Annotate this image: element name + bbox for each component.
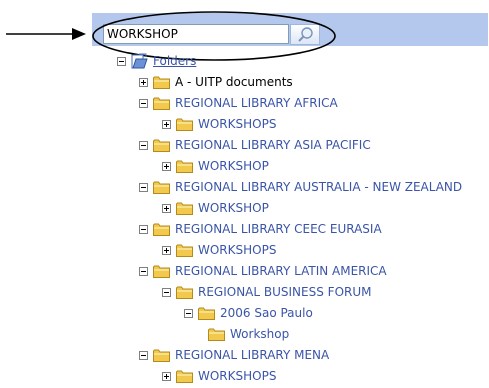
tree-node-label[interactable]: WORKSHOP [198, 201, 269, 215]
tree-node-label[interactable]: Workshop [230, 327, 289, 341]
tree-node-label[interactable]: WORKSHOP [198, 159, 269, 173]
collapse-minus-icon[interactable] [139, 98, 148, 108]
tree-node[interactable]: REGIONAL LIBRARY CEEC EURASIA [139, 221, 382, 237]
folder-icon [153, 265, 170, 278]
tree-node-label[interactable]: REGIONAL BUSINESS FORUM [198, 285, 372, 299]
collapse-minus-icon[interactable] [139, 140, 148, 150]
tree-node-label[interactable]: WORKSHOPS [198, 117, 276, 131]
expand-plus-icon[interactable] [162, 161, 171, 171]
expand-plus-icon[interactable] [162, 371, 171, 381]
tree-node[interactable]: Folders [117, 53, 196, 69]
expand-plus-icon[interactable] [162, 245, 171, 255]
expand-plus-icon[interactable] [162, 119, 171, 129]
tree-node[interactable]: WORKSHOP [162, 200, 269, 216]
folder-icon [153, 76, 170, 89]
expand-plus-icon[interactable] [139, 77, 148, 87]
collapse-minus-icon[interactable] [139, 266, 148, 276]
tree-node-label[interactable]: 2006 Sao Paulo [220, 306, 313, 320]
folder-icon [176, 202, 193, 215]
folder-icon [153, 223, 170, 236]
tree-node[interactable]: REGIONAL LIBRARY AUSTRALIA - NEW ZEALAND [139, 179, 462, 195]
folder-icon [176, 370, 193, 383]
tree-node[interactable]: REGIONAL LIBRARY AFRICA [139, 95, 338, 111]
folder-icon [176, 286, 193, 299]
tree-node-label[interactable]: WORKSHOPS [198, 243, 276, 257]
tree-node[interactable]: WORKSHOPS [162, 116, 276, 132]
tree-node[interactable]: REGIONAL LIBRARY MENA [139, 347, 329, 363]
tree-node-label[interactable]: REGIONAL LIBRARY AFRICA [175, 96, 338, 110]
tree-node-label[interactable]: A - UITP documents [175, 75, 293, 89]
pointer-arrow-icon [6, 28, 86, 40]
tree-node-label[interactable]: REGIONAL LIBRARY ASIA PACIFIC [175, 138, 371, 152]
tree-node[interactable]: REGIONAL LIBRARY ASIA PACIFIC [139, 137, 371, 153]
tree-node-label[interactable]: REGIONAL LIBRARY LATIN AMERICA [175, 264, 387, 278]
tree-node[interactable]: 2006 Sao Paulo [184, 305, 313, 321]
tree-node[interactable]: REGIONAL BUSINESS FORUM [162, 284, 372, 300]
tree-node-label[interactable]: REGIONAL LIBRARY CEEC EURASIA [175, 222, 382, 236]
collapse-minus-icon[interactable] [117, 56, 126, 66]
collapse-minus-icon[interactable] [184, 308, 193, 318]
expand-plus-icon[interactable] [162, 203, 171, 213]
collapse-minus-icon[interactable] [162, 287, 171, 297]
tree-node-label[interactable]: REGIONAL LIBRARY AUSTRALIA - NEW ZEALAND [175, 180, 462, 194]
root-folders-icon [131, 53, 148, 69]
folder-icon [198, 307, 215, 320]
tree-node-label[interactable]: REGIONAL LIBRARY MENA [175, 348, 329, 362]
folder-icon [176, 160, 193, 173]
tree-node-label[interactable]: Folders [153, 54, 196, 68]
folder-icon [153, 349, 170, 362]
tree-node[interactable]: REGIONAL LIBRARY LATIN AMERICA [139, 263, 387, 279]
folder-icon [153, 139, 170, 152]
folder-icon [153, 97, 170, 110]
folder-icon [208, 328, 225, 341]
tree-node-label[interactable]: WORKSHOPS [198, 369, 276, 383]
collapse-minus-icon[interactable] [139, 350, 148, 360]
folder-icon [176, 244, 193, 257]
folder-icon [153, 181, 170, 194]
tree-node[interactable]: A - UITP documents [139, 74, 293, 90]
tree-node[interactable]: WORKSHOPS [162, 368, 276, 384]
collapse-minus-icon[interactable] [139, 224, 148, 234]
collapse-minus-icon[interactable] [139, 182, 148, 192]
tree-node[interactable]: WORKSHOP [162, 158, 269, 174]
folder-icon [176, 118, 193, 131]
tree-node[interactable]: Workshop [206, 326, 289, 342]
tree-node[interactable]: WORKSHOPS [162, 242, 276, 258]
